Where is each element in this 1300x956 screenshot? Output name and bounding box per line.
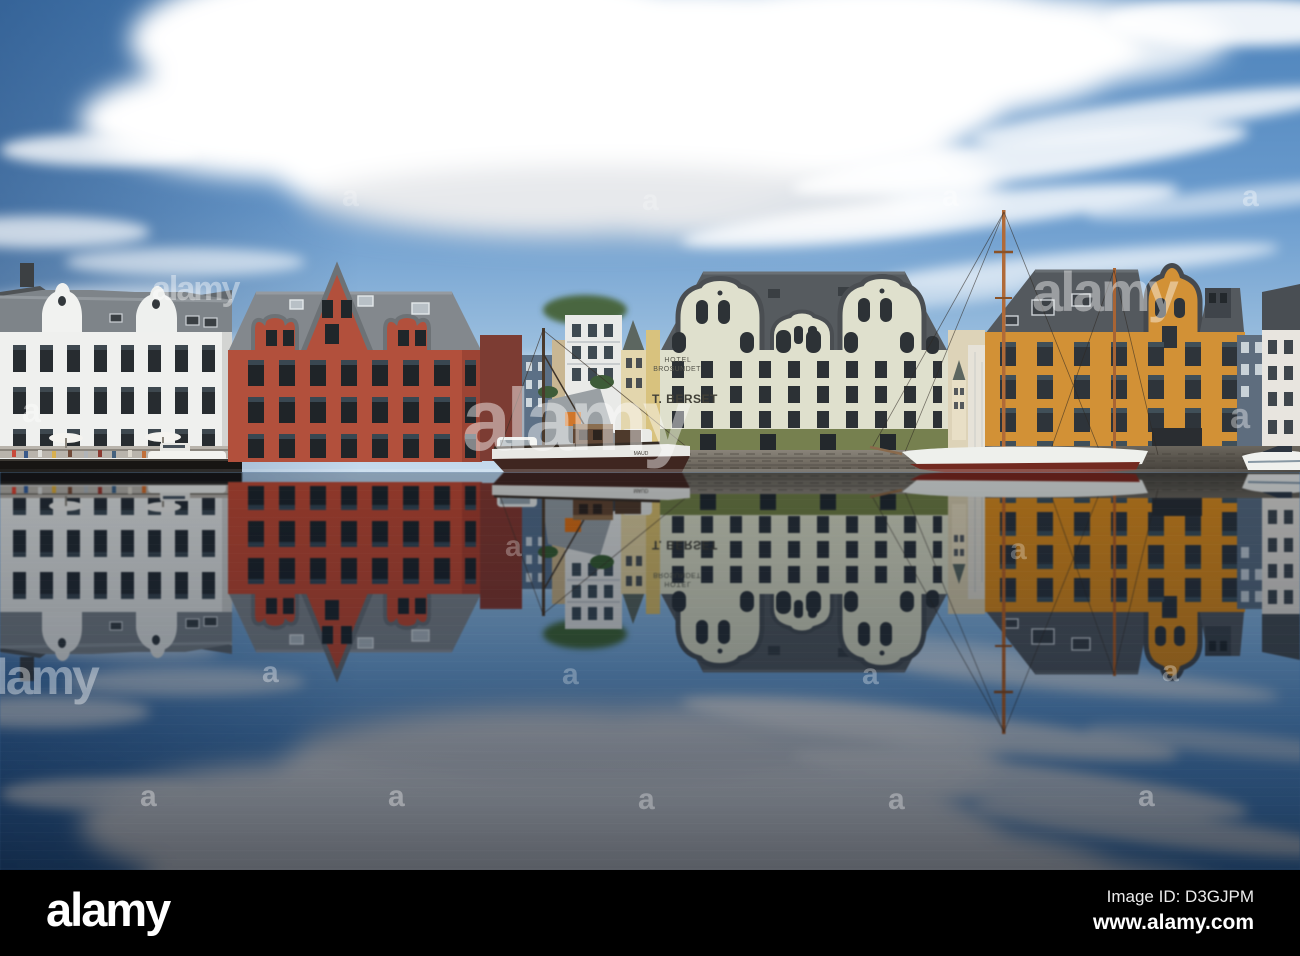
- red-building: [228, 261, 482, 462]
- hotel-sign-line1: HOTEL: [664, 357, 691, 364]
- alamy-footer-bar: alamy Image ID: D3GJPM www.alamy.com: [0, 870, 1300, 956]
- alamy-logo: alamy: [46, 883, 171, 936]
- alamy-url-text: www.alamy.com: [1092, 910, 1254, 934]
- owner-sign: T. BERSET: [652, 392, 718, 406]
- distant-buildings-right: [948, 330, 985, 460]
- white-buildings: [0, 283, 242, 472]
- water-reflection: [0, 472, 1300, 870]
- harbor-scene: HOTEL BROSUNDET T. BERSET MAUD: [0, 0, 1300, 472]
- boat-name: MAUD: [634, 451, 649, 457]
- image-id-text: Image ID: D3GJPM: [1106, 887, 1254, 906]
- stock-photo-page: HOTEL BROSUNDET T. BERSET MAUD a a a a a…: [0, 0, 1300, 956]
- hotel-sign-line2: BROSUNDET: [653, 366, 701, 373]
- hotel-brosundet-building: HOTEL BROSUNDET T. BERSET: [652, 271, 948, 455]
- harbor-photo: HOTEL BROSUNDET T. BERSET MAUD a a a a a…: [0, 0, 1300, 870]
